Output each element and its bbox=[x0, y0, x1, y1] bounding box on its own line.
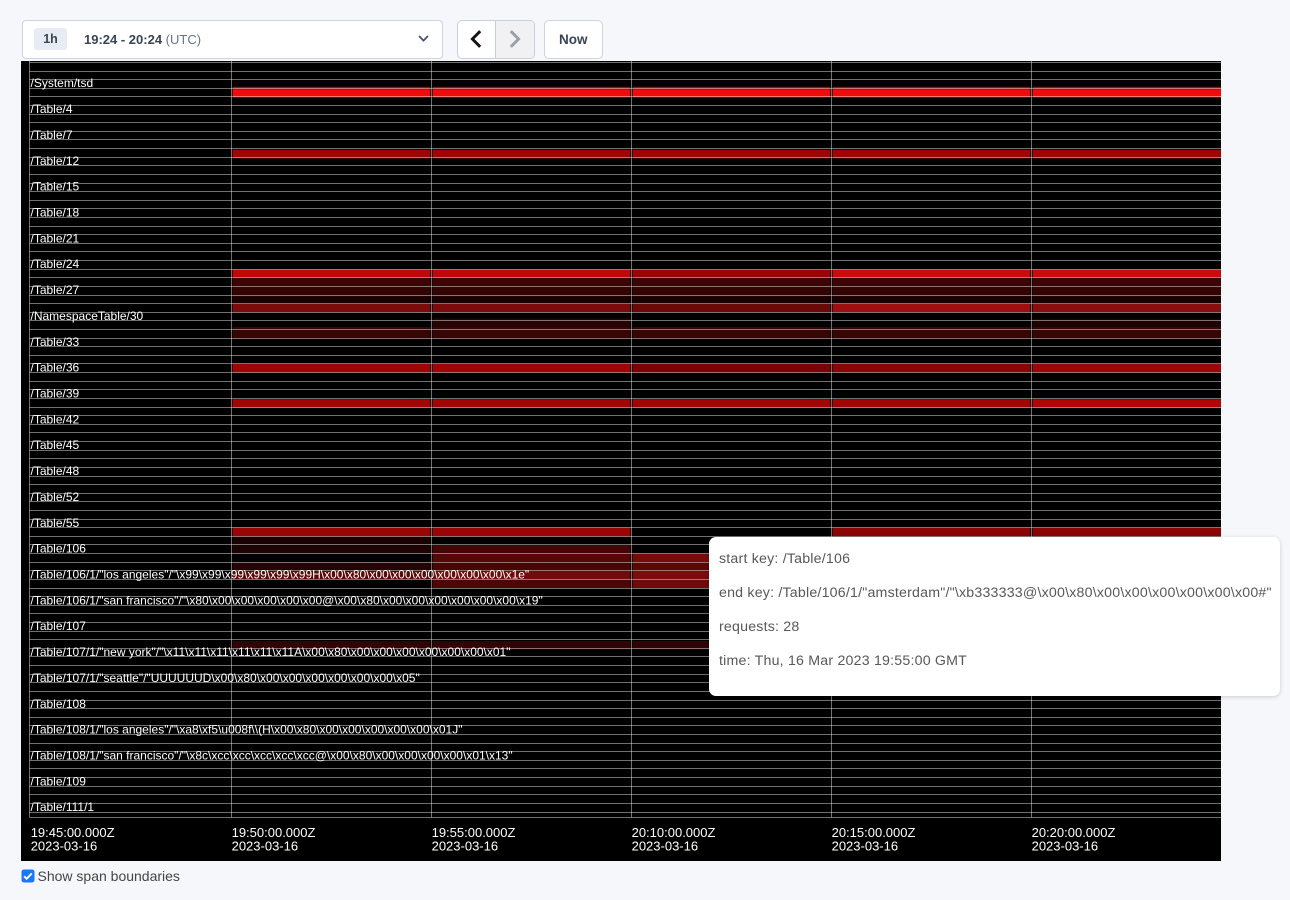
svg-text:/Table/21: /Table/21 bbox=[31, 231, 80, 245]
svg-text:/Table/106: /Table/106 bbox=[31, 542, 87, 556]
svg-text:/Table/108/1/"san francisco"/": /Table/108/1/"san francisco"/"\x8c\xcc\x… bbox=[31, 749, 513, 763]
svg-text:/Table/7: /Table/7 bbox=[31, 128, 73, 142]
svg-text:/Table/45: /Table/45 bbox=[31, 438, 80, 452]
svg-text:/Table/15: /Table/15 bbox=[31, 180, 80, 194]
svg-text:/Table/36: /Table/36 bbox=[31, 361, 80, 375]
svg-text:/Table/108: /Table/108 bbox=[31, 697, 87, 711]
svg-text:2023-03-16: 2023-03-16 bbox=[1032, 839, 1099, 854]
svg-text:/Table/107/1/"seattle"/"UUUUUU: /Table/107/1/"seattle"/"UUUUUUD\x00\x80\… bbox=[31, 671, 420, 685]
svg-text:2023-03-16: 2023-03-16 bbox=[632, 839, 699, 854]
svg-text:2023-03-16: 2023-03-16 bbox=[232, 839, 299, 854]
svg-text:2023-03-16: 2023-03-16 bbox=[832, 839, 899, 854]
svg-text:/Table/52: /Table/52 bbox=[31, 490, 80, 504]
svg-text:/System/tsd: /System/tsd bbox=[31, 76, 94, 90]
svg-text:/Table/106/1/"san francisco"/": /Table/106/1/"san francisco"/"\x80\x00\x… bbox=[31, 593, 543, 607]
svg-text:/Table/111/1: /Table/111/1 bbox=[31, 800, 95, 814]
svg-text:/Table/108/1/"los angeles"/"\x: /Table/108/1/"los angeles"/"\xa8\xf5\u00… bbox=[31, 723, 463, 737]
svg-text:/Table/4: /Table/4 bbox=[31, 102, 73, 116]
svg-text:/Table/42: /Table/42 bbox=[31, 412, 80, 426]
svg-text:/Table/24: /Table/24 bbox=[31, 257, 80, 271]
svg-text:/Table/107: /Table/107 bbox=[31, 619, 87, 633]
svg-text:/Table/106/1/"los angeles"/"\x: /Table/106/1/"los angeles"/"\x99\x99\x99… bbox=[31, 568, 530, 582]
svg-text:/Table/18: /Table/18 bbox=[31, 206, 80, 220]
svg-text:/Table/39: /Table/39 bbox=[31, 387, 80, 401]
svg-text:/Table/107/1/"new york"/"\x11\: /Table/107/1/"new york"/"\x11\x11\x11\x1… bbox=[31, 645, 511, 659]
svg-text:2023-03-16: 2023-03-16 bbox=[31, 839, 98, 854]
svg-text:/Table/33: /Table/33 bbox=[31, 335, 80, 349]
svg-text:/Table/27: /Table/27 bbox=[31, 283, 80, 297]
svg-text:/Table/109: /Table/109 bbox=[31, 774, 87, 788]
svg-text:/Table/48: /Table/48 bbox=[31, 464, 80, 478]
svg-text:/Table/12: /Table/12 bbox=[31, 154, 80, 168]
svg-text:2023-03-16: 2023-03-16 bbox=[432, 839, 499, 854]
svg-text:/NamespaceTable/30: /NamespaceTable/30 bbox=[31, 309, 144, 323]
svg-text:/Table/55: /Table/55 bbox=[31, 516, 80, 530]
